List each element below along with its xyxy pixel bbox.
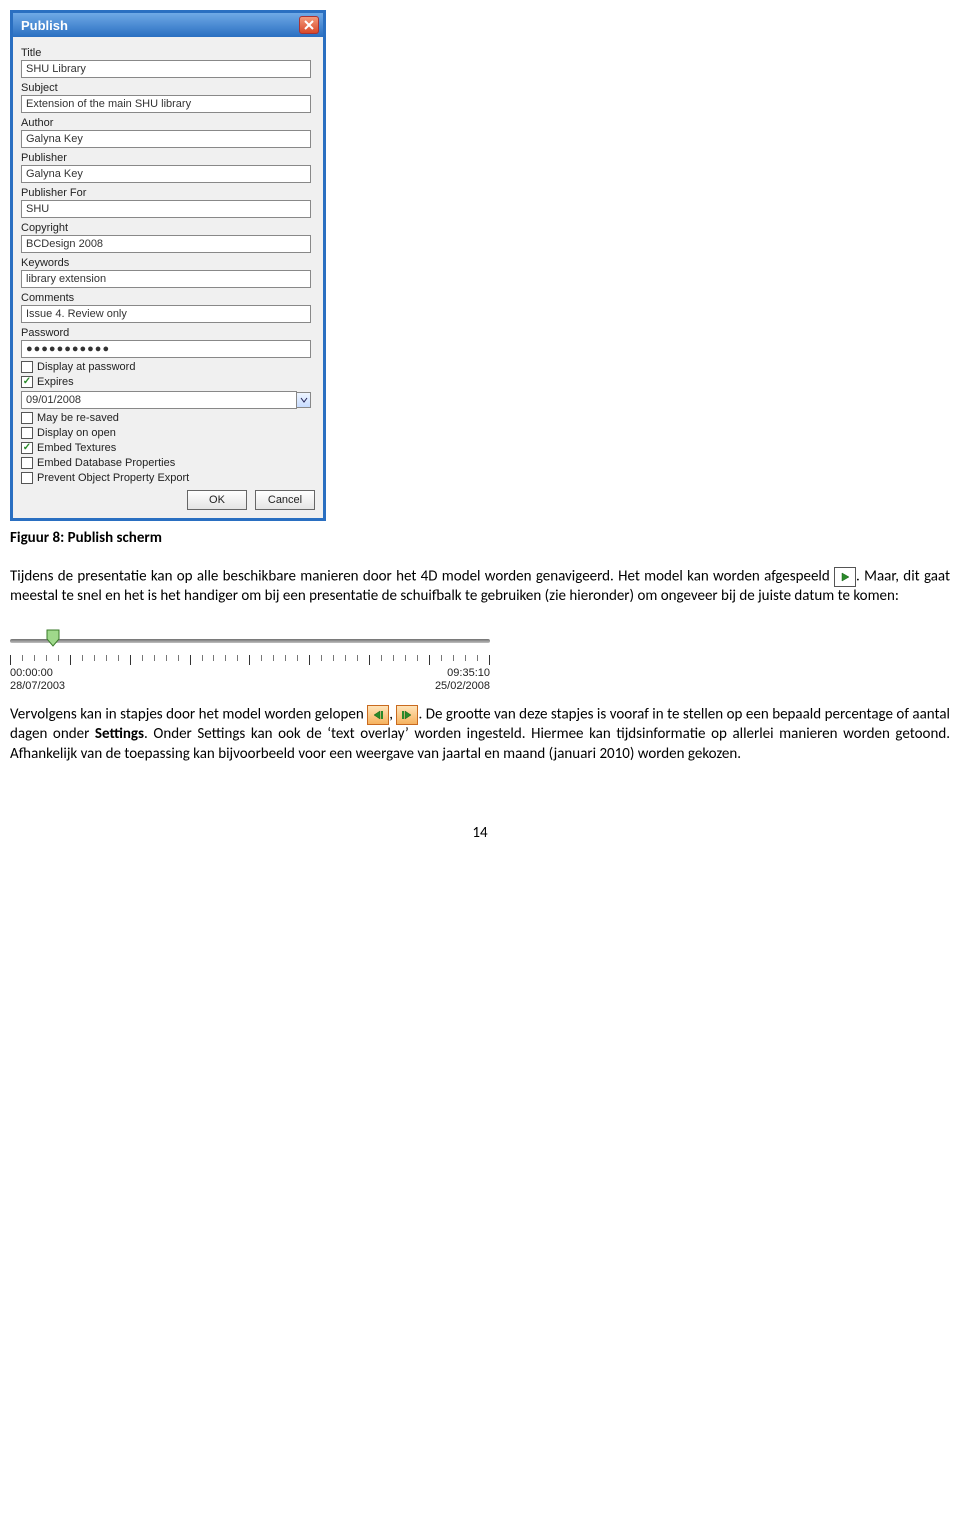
play-icon (834, 567, 856, 587)
checkbox-icon[interactable] (21, 427, 33, 439)
copyright-label: Copyright (21, 222, 315, 234)
checkbox-checked-icon[interactable] (21, 442, 33, 454)
slider-start-time: 00:00:00 (10, 667, 65, 680)
slider-start-date: 28/07/2003 (10, 680, 65, 693)
copyright-input[interactable] (21, 235, 311, 253)
titlebar[interactable]: Publish (13, 13, 323, 37)
p2-text-b: , (389, 706, 396, 724)
slider-start-label: 00:00:00 28/07/2003 (10, 667, 65, 693)
display-on-open-row[interactable]: Display on open (21, 427, 315, 439)
document-body-2: Vervolgens kan in stapjes door het model… (10, 705, 950, 764)
comments-input[interactable] (21, 305, 311, 323)
publish-dialog: Publish Title Subject Author Publisher P… (10, 10, 326, 521)
timeline-slider[interactable]: 00:00:00 28/07/2003 09:35:10 25/02/2008 (10, 627, 490, 693)
password-input[interactable] (21, 340, 311, 358)
checkbox-icon[interactable] (21, 361, 33, 373)
dialog-title: Publish (21, 18, 68, 33)
publisher-input[interactable] (21, 165, 311, 183)
slider-end-time: 09:35:10 (447, 667, 490, 680)
p2-text-d: . Onder Settings kan ook de ‘text overla… (10, 725, 950, 763)
p1-text-a: Tijdens de presentatie kan op alle besch… (10, 568, 834, 586)
embed-textures-label: Embed Textures (37, 442, 116, 454)
keywords-input[interactable] (21, 270, 311, 288)
ok-label: OK (209, 494, 225, 506)
publisher-for-label: Publisher For (21, 187, 315, 199)
slider-end-label: 09:35:10 25/02/2008 (435, 667, 490, 693)
document-body: Figuur 8: Publish scherm Tijdens de pres… (10, 529, 950, 607)
page-number: 14 (0, 824, 960, 842)
prevent-export-row[interactable]: Prevent Object Property Export (21, 472, 315, 484)
expires-row[interactable]: Expires (21, 376, 315, 388)
ok-button[interactable]: OK (187, 490, 247, 510)
display-on-open-label: Display on open (37, 427, 116, 439)
display-at-password-row[interactable]: Display at password (21, 361, 315, 373)
keywords-label: Keywords (21, 257, 315, 269)
paragraph-1: Tijdens de presentatie kan op alle besch… (10, 567, 950, 607)
embed-textures-row[interactable]: Embed Textures (21, 442, 315, 454)
embed-db-props-row[interactable]: Embed Database Properties (21, 457, 315, 469)
embed-db-props-label: Embed Database Properties (37, 457, 175, 469)
expires-date-input[interactable] (21, 391, 297, 409)
step-back-icon (367, 705, 389, 725)
slider-handle[interactable] (46, 629, 60, 647)
subject-label: Subject (21, 82, 315, 94)
chevron-down-icon (300, 397, 308, 403)
p2-text-a: Vervolgens kan in stapjes door het model… (10, 706, 367, 724)
may-be-resaved-label: May be re-saved (37, 412, 119, 424)
figure-caption: Figuur 8: Publish scherm (10, 529, 950, 547)
checkbox-icon[interactable] (21, 457, 33, 469)
password-label: Password (21, 327, 315, 339)
display-at-password-label: Display at password (37, 361, 135, 373)
dialog-body: Title Subject Author Publisher Publisher… (13, 37, 323, 518)
publisher-label: Publisher (21, 152, 315, 164)
settings-word: Settings (95, 725, 144, 743)
comments-label: Comments (21, 292, 315, 304)
title-label: Title (21, 47, 315, 59)
publisher-for-input[interactable] (21, 200, 311, 218)
expires-date-dropdown[interactable] (297, 392, 311, 408)
may-be-resaved-row[interactable]: May be re-saved (21, 412, 315, 424)
slider-ticks (10, 655, 490, 665)
checkbox-checked-icon[interactable] (21, 376, 33, 388)
subject-input[interactable] (21, 95, 311, 113)
paragraph-2: Vervolgens kan in stapjes door het model… (10, 705, 950, 764)
cancel-button[interactable]: Cancel (255, 490, 315, 510)
step-forward-icon (396, 705, 418, 725)
checkbox-icon[interactable] (21, 412, 33, 424)
cancel-label: Cancel (268, 494, 302, 506)
expires-label: Expires (37, 376, 74, 388)
slider-end-date: 25/02/2008 (435, 680, 490, 693)
author-input[interactable] (21, 130, 311, 148)
close-icon (304, 20, 314, 30)
checkbox-icon[interactable] (21, 472, 33, 484)
author-label: Author (21, 117, 315, 129)
slider-track[interactable] (10, 639, 490, 643)
title-input[interactable] (21, 60, 311, 78)
prevent-export-label: Prevent Object Property Export (37, 472, 189, 484)
close-button[interactable] (299, 16, 319, 34)
